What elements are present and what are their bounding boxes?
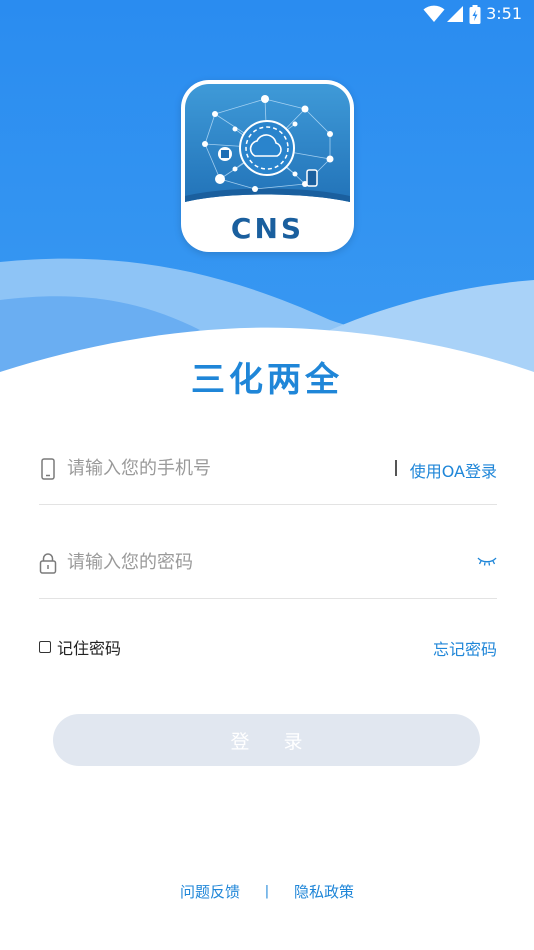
phone-input[interactable] [67, 452, 387, 484]
oa-login-link[interactable]: 使用OA登录 [410, 458, 497, 482]
checkbox-icon[interactable] [39, 641, 51, 653]
lock-icon [39, 553, 57, 574]
wifi-icon [423, 5, 445, 22]
eye-closed-icon[interactable] [477, 555, 497, 567]
oa-divider [395, 460, 397, 476]
signal-icon [447, 6, 463, 22]
app-logo: CNS [181, 80, 354, 252]
app-logo-inner: CNS [185, 84, 350, 248]
login-button[interactable]: 登 录 [53, 714, 480, 766]
footer-divider: | [264, 884, 270, 899]
battery-icon [469, 5, 481, 24]
mobile-phone-icon [41, 458, 55, 480]
remember-password[interactable]: 记住密码 [39, 636, 121, 658]
feedback-link[interactable]: 问题反馈 [180, 881, 240, 902]
privacy-policy-link[interactable]: 隐私政策 [294, 881, 354, 902]
forgot-password-link[interactable]: 忘记密码 [433, 636, 497, 660]
footer-links: 问题反馈 | 隐私政策 [0, 881, 534, 902]
phone-field: 使用OA登录 [39, 444, 497, 505]
app-title: 三化两全 [191, 360, 343, 400]
password-input[interactable] [67, 546, 447, 578]
logo-text: CNS [230, 212, 305, 245]
remember-password-label: 记住密码 [57, 639, 122, 658]
status-time: 3:51 [486, 4, 522, 23]
status-bar: 3:51 [0, 0, 534, 28]
password-field [39, 538, 497, 599]
